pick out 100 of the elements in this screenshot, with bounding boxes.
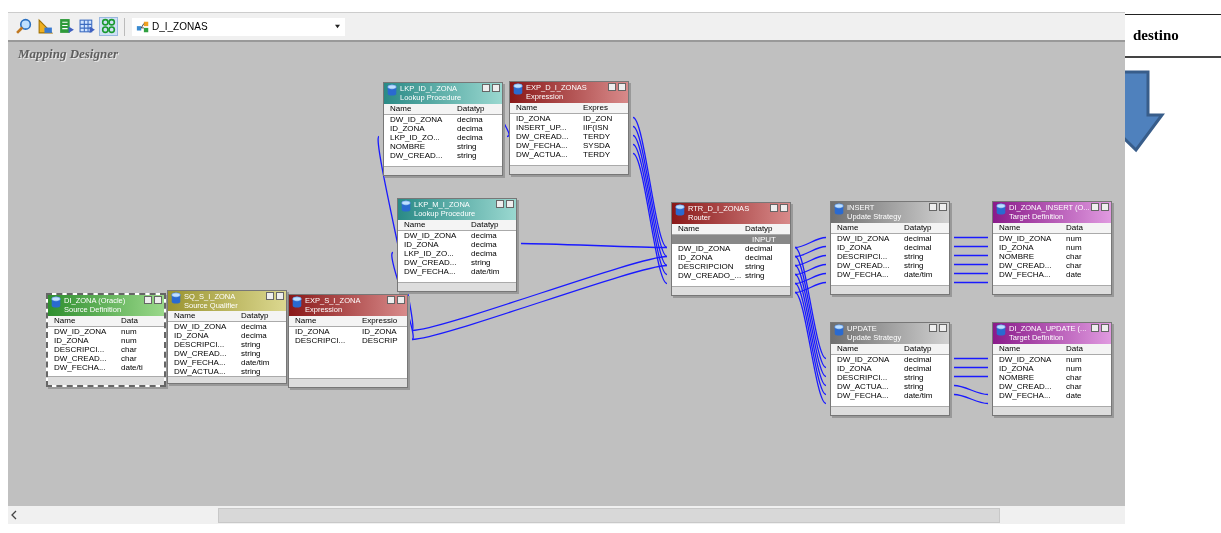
scrollbar[interactable]: [993, 406, 1111, 415]
scrollbar-thumb[interactable]: [218, 507, 1000, 523]
port-name: ID_ZONA: [53, 336, 90, 345]
minimize-button[interactable]: [276, 292, 284, 300]
scrollbar[interactable]: [831, 285, 949, 294]
group-header: INPUT: [672, 235, 790, 244]
port-type: string: [456, 151, 478, 160]
search-icon[interactable]: [16, 18, 33, 35]
minimize-button[interactable]: [1101, 324, 1109, 332]
column-header: Datatyp: [240, 311, 270, 321]
scrollbar[interactable]: [48, 376, 164, 385]
port-name: DW_ACTUA...: [515, 150, 569, 159]
scrollbar[interactable]: [831, 406, 949, 415]
mapping-dropdown[interactable]: D_I_ZONAS: [132, 17, 345, 36]
minimize-button[interactable]: [939, 324, 947, 332]
connector-line: [953, 384, 989, 396]
menu-button[interactable]: [496, 200, 504, 208]
menu-button[interactable]: [266, 292, 274, 300]
scrollbar[interactable]: [672, 286, 790, 295]
menu-button[interactable]: [929, 324, 937, 332]
port-name: ID_ZONA: [677, 253, 714, 262]
port-type: char: [1065, 382, 1083, 391]
port-type: SYSDA: [582, 141, 612, 150]
port-type: num: [120, 336, 138, 345]
port-type: num: [1065, 355, 1083, 364]
port-type: decima: [240, 322, 268, 331]
menu-button[interactable]: [1091, 203, 1099, 211]
menu-button[interactable]: [144, 296, 152, 304]
port-type: DESCRIP: [361, 336, 399, 345]
port-type: decima: [456, 124, 484, 133]
port-type: string: [240, 367, 262, 376]
minimize-button[interactable]: [1101, 203, 1109, 211]
minimize-button[interactable]: [154, 296, 162, 304]
port-type: char: [1065, 373, 1083, 382]
menu-button[interactable]: [387, 296, 395, 304]
connector-line: [953, 254, 989, 257]
scrollbar[interactable]: [398, 282, 516, 291]
scrollbar[interactable]: [384, 166, 502, 175]
minimize-button[interactable]: [506, 200, 514, 208]
port-type: decima: [470, 240, 498, 249]
link-icon[interactable]: [100, 18, 117, 35]
port-type: num: [1065, 234, 1083, 243]
port-name: DW_ID_ZONA: [173, 322, 228, 331]
port-name: DW_ID_ZONA: [998, 355, 1053, 364]
mapping-icon: [136, 19, 150, 34]
port-name: LKP_ID_ZO...: [389, 133, 441, 142]
minimize-button[interactable]: [780, 204, 788, 212]
port-type: decima: [470, 249, 498, 258]
port-name: DW_CREAD...: [389, 151, 444, 160]
minimize-button[interactable]: [939, 203, 947, 211]
column-header: Name: [515, 103, 539, 113]
port-name: DW_ID_ZONA: [836, 234, 891, 243]
minimize-button[interactable]: [618, 83, 626, 91]
port-name: ID_ZONA: [836, 243, 873, 252]
column-header: Name: [998, 344, 1022, 354]
port-name: DW_CREAD...: [403, 258, 458, 267]
scrollbar[interactable]: [510, 165, 628, 174]
column-header: Expres: [582, 103, 609, 113]
port-name: DESCRIPCI...: [294, 336, 347, 345]
port-name: NOMBRE: [998, 252, 1036, 261]
scrollbar[interactable]: [993, 285, 1111, 294]
port-type: string: [456, 142, 478, 151]
port-type: num: [1065, 364, 1083, 373]
port-name: DW_FECHA...: [836, 391, 890, 400]
cylinder-icon: [386, 84, 398, 96]
triangle-ruler-icon[interactable]: [37, 18, 54, 35]
column-header: Expressio: [361, 316, 399, 326]
column-header: Name: [836, 344, 860, 354]
port-name: DW_FECHA...: [53, 363, 107, 372]
port-type: date: [1065, 391, 1083, 400]
minimize-button[interactable]: [397, 296, 405, 304]
menu-button[interactable]: [929, 203, 937, 211]
menu-button[interactable]: [1091, 324, 1099, 332]
port-name: DW_ID_ZONA: [389, 115, 444, 124]
column-header: Datatyp: [470, 220, 500, 230]
scrollbar[interactable]: [168, 376, 286, 383]
port-name: DW_FECHA...: [836, 270, 890, 279]
column-header: Data: [1065, 223, 1084, 233]
menu-button[interactable]: [482, 84, 490, 92]
port-type: decima: [470, 231, 498, 240]
cylinder-icon: [833, 324, 845, 336]
caret-icon: [334, 24, 341, 29]
scrollbar[interactable]: [289, 378, 407, 387]
port-type: IIF(ISN: [582, 123, 610, 132]
port-type: date/tim: [240, 358, 271, 367]
cylinder-icon: [291, 296, 303, 308]
column-header: Data: [1065, 344, 1084, 354]
menu-button[interactable]: [770, 204, 778, 212]
port-name: NOMBRE: [998, 373, 1036, 382]
port-name: DESCRIPCI...: [836, 373, 889, 382]
port-type: string: [903, 252, 925, 261]
port-name: DW_CREAD...: [515, 132, 570, 141]
port-name: NOMBRE: [389, 142, 427, 151]
grid-icon[interactable]: [79, 18, 96, 35]
menu-button[interactable]: [608, 83, 616, 91]
connector-line: [953, 281, 989, 284]
minimize-button[interactable]: [492, 84, 500, 92]
port-type: string: [744, 271, 766, 280]
document-icon[interactable]: [58, 18, 75, 35]
cylinder-icon: [833, 203, 845, 215]
